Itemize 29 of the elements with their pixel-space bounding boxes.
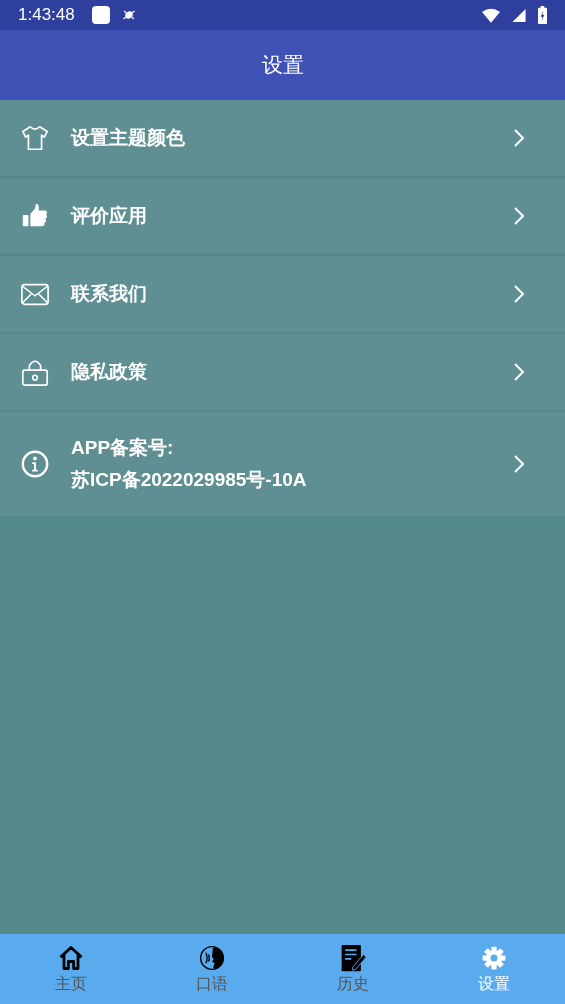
shirt-icon (20, 123, 50, 153)
page-title: 设置 (261, 52, 304, 79)
nav-tab[interactable]: 设置 (423, 934, 565, 1004)
item-label: 评价应用 (71, 204, 148, 228)
settings-item[interactable]: 设置主题颜色 (0, 100, 565, 178)
chevron-right-icon (513, 206, 525, 226)
nav-tab[interactable]: 主页 (0, 934, 142, 1004)
settings-item[interactable]: 隐私政策 (0, 334, 565, 412)
item-label: APP备案号: (71, 436, 175, 460)
item-label: 设置主题颜色 (71, 126, 186, 150)
signal-icon (510, 7, 528, 23)
item-label: 隐私政策 (71, 360, 148, 384)
nav-tab[interactable]: 历史 (282, 934, 424, 1004)
settings-item[interactable]: 评价应用 (0, 178, 565, 256)
notification-icon (90, 5, 111, 25)
wifi-icon (482, 7, 500, 23)
chevron-right-icon (513, 128, 525, 148)
item-label: 苏ICP备2022029985号-10A (71, 468, 308, 492)
item-label: 联系我们 (71, 282, 148, 306)
settings-item[interactable]: 联系我们 (0, 256, 565, 334)
status-time: 1:43:48 (18, 5, 75, 25)
nav-tab[interactable]: 口语 (141, 934, 283, 1004)
settings-item[interactable]: APP备案号: 苏ICP备2022029985号-10A (0, 412, 565, 516)
info-icon (20, 449, 50, 479)
battery-icon (538, 6, 547, 24)
chevron-right-icon (513, 454, 525, 474)
chevron-right-icon (513, 284, 525, 304)
chevron-right-icon (513, 362, 525, 382)
lock-icon (20, 357, 50, 387)
